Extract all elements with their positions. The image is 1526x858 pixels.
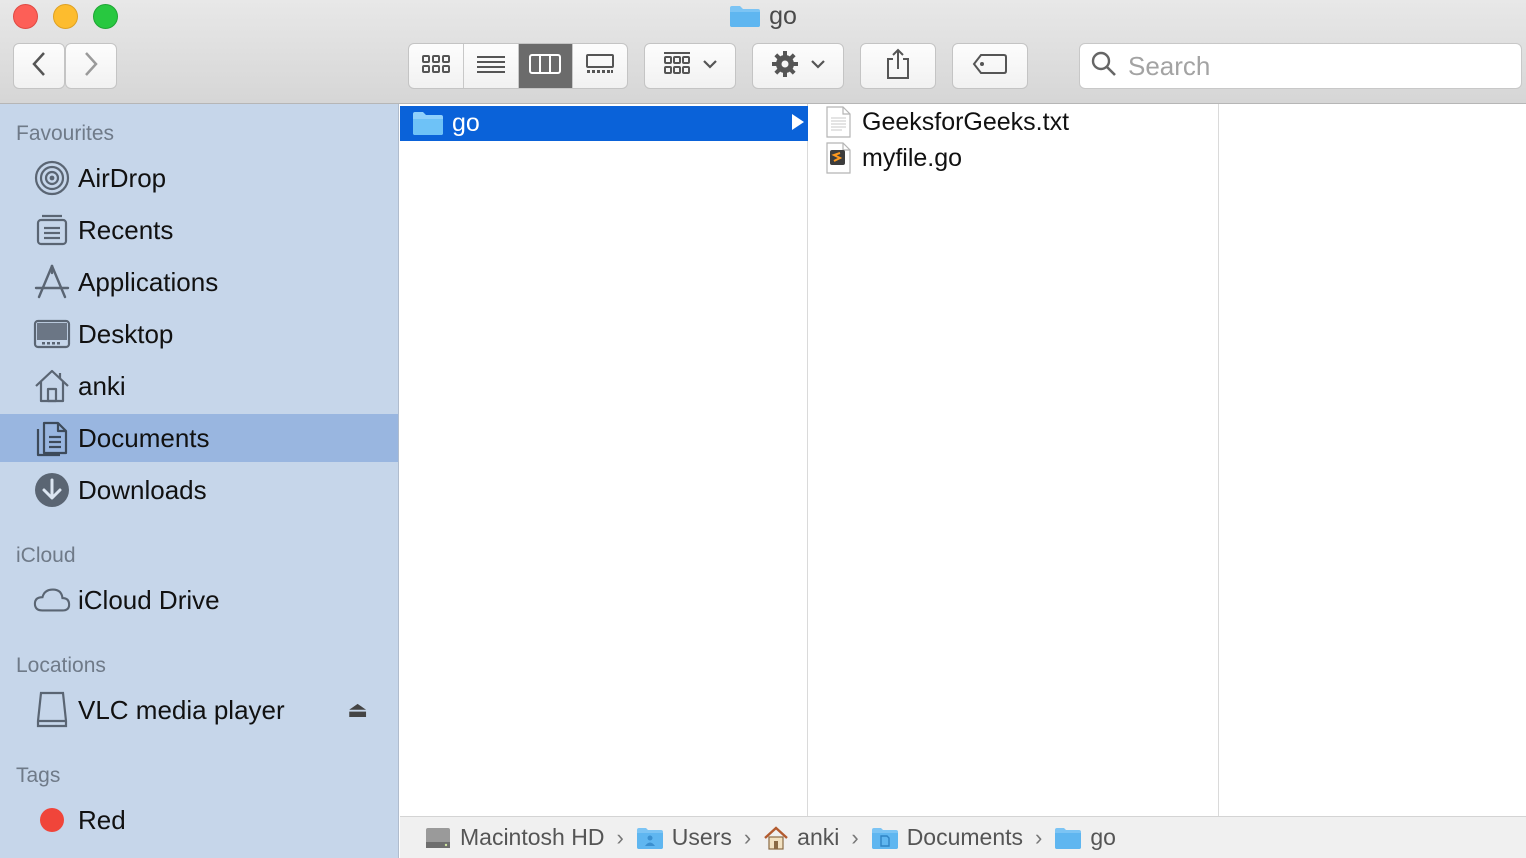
group-by-button[interactable] [644, 43, 736, 89]
gallery-icon [585, 53, 615, 80]
file-row-geeksforgeeks-txt[interactable]: GeeksforGeeks.txt [809, 104, 1219, 140]
path-separator: › [1035, 824, 1043, 850]
sidebar-item-vlc-media-player[interactable]: VLC media player ⏏ [0, 686, 398, 734]
gear-icon [770, 49, 800, 84]
window-title-text: go [769, 2, 797, 30]
folder-icon [1054, 826, 1082, 850]
chevron-left-icon [30, 50, 48, 83]
share-button[interactable] [860, 43, 936, 89]
chevron-down-icon [810, 57, 826, 75]
documents-folder-icon [871, 826, 899, 850]
recents-icon [33, 211, 71, 249]
path-separator: › [851, 824, 859, 850]
window-title: go [0, 2, 1526, 35]
icon-view-button[interactable] [409, 44, 464, 88]
sidebar-item-desktop[interactable]: Desktop [0, 310, 398, 358]
desktop-icon [33, 315, 71, 353]
column-view-button[interactable] [518, 44, 574, 88]
sidebar-section-icloud: iCloud [16, 544, 76, 567]
path-crumb-label: Users [671, 824, 732, 850]
sidebar-item-label: VLC media player [78, 694, 285, 725]
sidebar-item-label: AirDrop [78, 162, 167, 193]
sidebar-item-label: Downloads [78, 474, 207, 505]
downloads-icon [33, 471, 71, 509]
red-tag-dot-icon [33, 801, 71, 839]
applications-icon [33, 263, 71, 301]
path-crumb-label: go [1090, 824, 1116, 850]
documents-icon [33, 419, 71, 457]
eject-button[interactable]: ⏏ [347, 697, 368, 723]
path-crumb-documents[interactable]: Documents [871, 824, 1023, 851]
sidebar-section-tags: Tags [16, 764, 61, 787]
sidebar-item-label: iCloud Drive [78, 584, 220, 615]
sidebar-section-favourites: Favourites [16, 122, 115, 145]
file-row-myfile-go[interactable]: myfile.go [809, 140, 1219, 176]
sidebar-item-documents[interactable]: Documents [0, 414, 398, 462]
drive-icon [33, 691, 71, 729]
disclosure-arrow-icon [792, 114, 804, 130]
share-icon [885, 48, 911, 85]
sidebar-item-label: Recents [78, 214, 174, 245]
home-icon [763, 825, 789, 851]
path-crumb-label: anki [797, 824, 840, 850]
sidebar-item-label: Desktop [78, 318, 174, 349]
folder-name: go [452, 109, 480, 137]
path-crumb-label: Documents [906, 824, 1024, 850]
sidebar-item-label: anki [78, 370, 126, 401]
view-mode-segmented-control [408, 43, 628, 89]
file-name: GeeksforGeeks.txt [862, 107, 1070, 136]
go-file-icon [825, 142, 851, 179]
path-crumb-label: Macintosh HD [460, 824, 605, 850]
sidebar-item-airdrop[interactable]: AirDrop [0, 154, 398, 202]
sidebar-item-applications[interactable]: Applications [0, 258, 398, 306]
home-icon [33, 367, 71, 405]
folder-icon [729, 4, 761, 35]
path-crumb-users[interactable]: Users [636, 824, 732, 851]
users-folder-icon [636, 826, 664, 850]
window-titlebar: go [0, 0, 1526, 104]
sidebar-item-recents[interactable]: Recents [0, 206, 398, 254]
airdrop-icon [33, 159, 71, 197]
folder-row-go[interactable]: go [400, 106, 808, 141]
cloud-icon [33, 581, 71, 619]
path-crumb-go[interactable]: go [1054, 824, 1116, 851]
folder-icon [412, 110, 444, 141]
search-field[interactable] [1079, 43, 1522, 89]
sidebar-item-tag-red[interactable]: Red [0, 796, 398, 844]
path-bar: Macintosh HD › Users › anki › Documents … [400, 816, 1526, 858]
tag-icon [972, 53, 1008, 80]
path-separator: › [616, 824, 624, 850]
search-input[interactable] [1126, 49, 1506, 83]
sidebar-item-downloads[interactable]: Downloads [0, 466, 398, 514]
sidebar-item-label: Applications [78, 266, 219, 297]
icon-grid-icon [421, 53, 451, 80]
chevron-down-icon [702, 57, 718, 75]
file-name: myfile.go [862, 143, 963, 172]
forward-button[interactable] [65, 43, 117, 89]
sidebar: Favourites AirDrop Recents Applications … [0, 104, 399, 858]
sidebar-item-anki[interactable]: anki [0, 362, 398, 410]
edit-tags-button[interactable] [952, 43, 1028, 89]
hard-drive-icon [424, 824, 452, 852]
column-3 [1220, 104, 1526, 816]
path-crumb-macintosh-hd[interactable]: Macintosh HD [424, 824, 604, 852]
text-file-icon [825, 106, 851, 143]
path-separator: › [743, 824, 752, 850]
gallery-view-button[interactable] [573, 44, 627, 88]
action-menu-button[interactable] [752, 43, 844, 89]
sidebar-item-label: Red [78, 804, 126, 835]
path-crumb-anki[interactable]: anki [763, 824, 839, 851]
sidebar-item-label: Documents [78, 422, 210, 453]
columns-icon [529, 53, 562, 80]
sidebar-item-icloud-drive[interactable]: iCloud Drive [0, 576, 398, 624]
chevron-right-icon [82, 50, 100, 83]
list-icon [476, 53, 506, 80]
list-view-button[interactable] [464, 44, 519, 88]
sidebar-section-locations: Locations [16, 654, 106, 677]
column-2: GeeksforGeeks.txt myfile.go [809, 104, 1219, 816]
group-grid-icon [662, 51, 692, 82]
column-1: go [400, 104, 808, 816]
search-icon [1090, 50, 1118, 83]
back-button[interactable] [13, 43, 65, 89]
